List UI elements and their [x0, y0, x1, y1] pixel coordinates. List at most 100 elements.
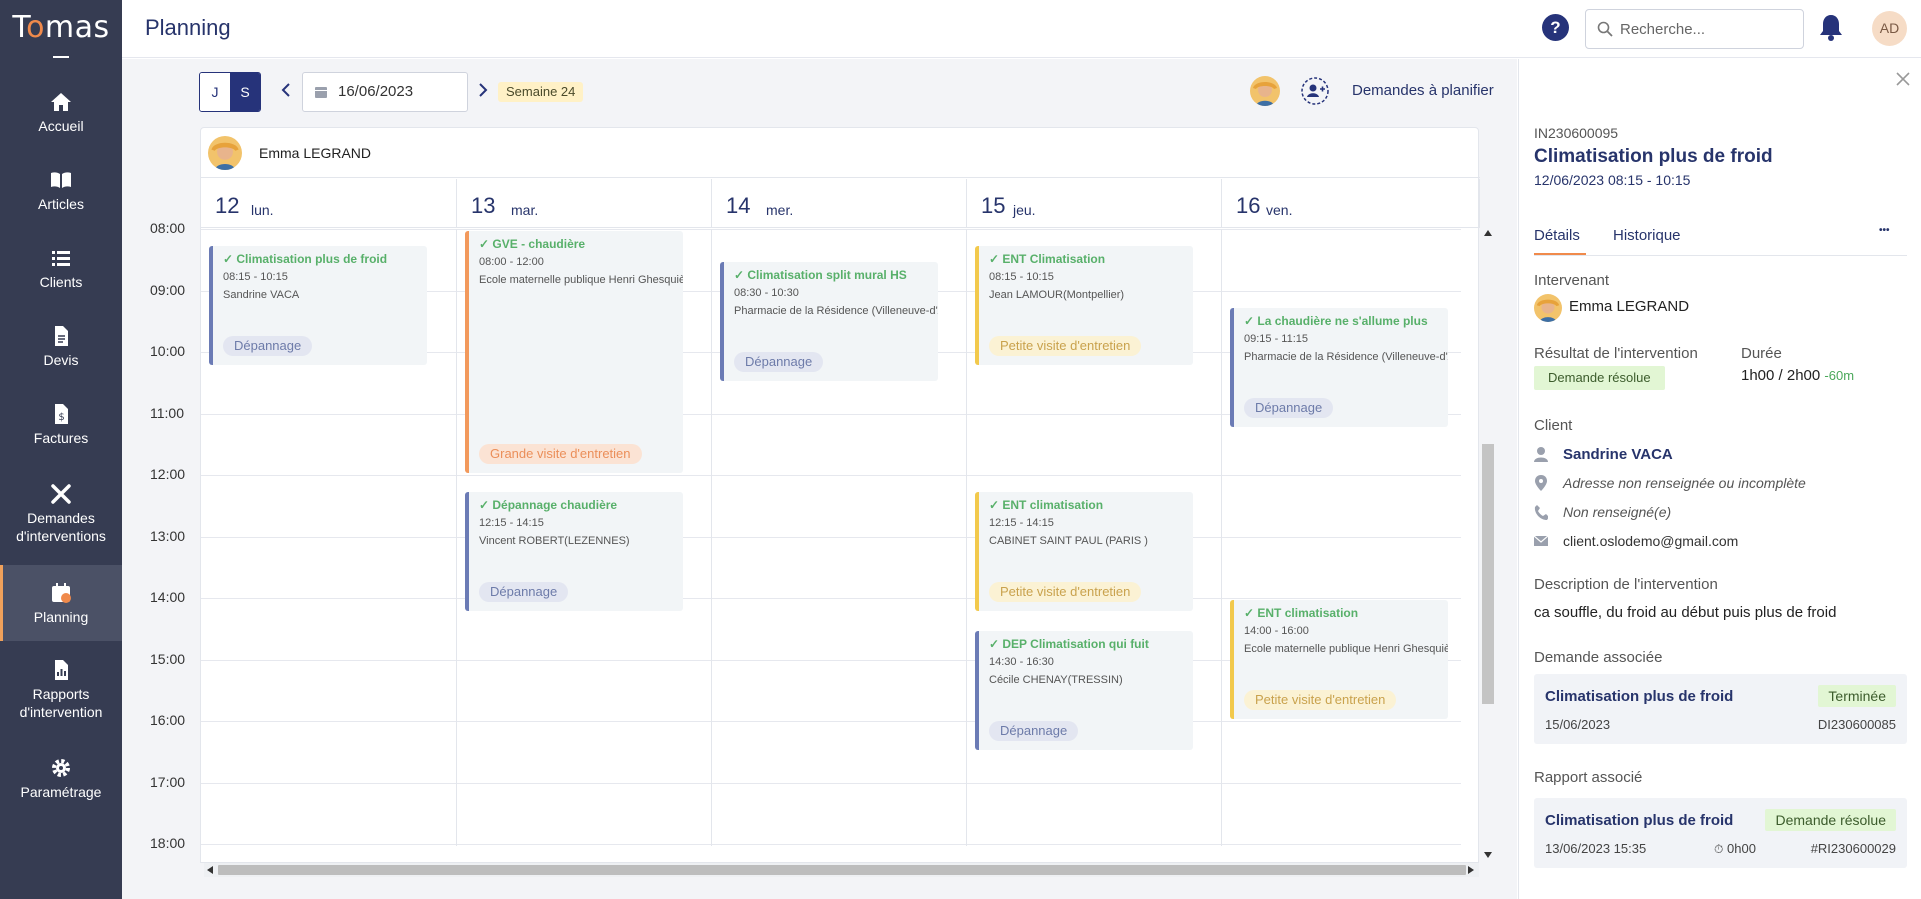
demande-title: Climatisation plus de froid: [1545, 688, 1734, 705]
tools-icon: [49, 482, 73, 506]
intervention-detail-panel: IN230600095 Climatisation plus de froid …: [1518, 59, 1921, 899]
search-box[interactable]: [1585, 9, 1804, 49]
description-text: ca souffle, du froid au début puis plus …: [1534, 604, 1837, 621]
user-avatar[interactable]: AD: [1872, 11, 1907, 46]
rapport-status-badge: Demande résolue: [1765, 809, 1896, 831]
nav-label: Devis: [43, 352, 79, 368]
intervention-datetime: 12/06/2023 08:15 - 10:15: [1534, 172, 1691, 188]
rapport-associe-label: Rapport associé: [1534, 769, 1643, 786]
technician-avatar: [208, 136, 242, 170]
event-type-tag: Dépannage: [734, 352, 824, 372]
demande-status-badge: Terminée: [1818, 685, 1896, 707]
hour-gridline: [201, 783, 1461, 784]
search-input[interactable]: [1620, 19, 1795, 39]
calendar-event[interactable]: Dépannage chaudière 12:15 - 14:15 Vincent …: [465, 492, 683, 611]
event-type-tag: Dépannage: [1244, 398, 1334, 418]
event-type-tag: Petite visite d'entretien: [1244, 690, 1397, 710]
event-client: CABINET SAINT PAUL (PARIS ): [989, 535, 1148, 547]
resultat-label: Résultat de l'intervention: [1534, 345, 1698, 362]
event-type-tag: Dépannage: [223, 336, 313, 356]
scroll-up-icon[interactable]: [1484, 230, 1492, 236]
demandes-a-planifier-link[interactable]: Demandes à planifier: [1352, 82, 1494, 99]
assign-user-icon[interactable]: [1300, 76, 1330, 106]
tab-details[interactable]: Détails: [1534, 227, 1580, 244]
calendar-event[interactable]: DEP Climatisation qui fuit 14:30 - 16:30 C…: [975, 631, 1193, 750]
nav-item-devis[interactable]: Devis: [0, 324, 122, 380]
nav-item-planning[interactable]: Planning: [0, 565, 122, 641]
calendar-event[interactable]: GVE - chaudière 08:00 - 12:00 Ecole matern…: [465, 231, 683, 473]
calendar-small-icon: [315, 87, 327, 98]
hour-gridline: [201, 721, 1461, 722]
client-email[interactable]: client.oslodemo@gmail.com: [1563, 533, 1738, 549]
intervenant-avatar: [1534, 294, 1562, 322]
tab-divider: [1534, 255, 1907, 256]
day-number: 14: [726, 193, 751, 218]
nav-item-parametrage[interactable]: Paramétrage: [0, 756, 122, 812]
vertical-scrollbar[interactable]: [1482, 230, 1494, 860]
calendar-event[interactable]: Climatisation split mural HS 08:30 - 10:3…: [720, 262, 938, 381]
view-day-button[interactable]: J: [200, 73, 230, 111]
event-client: Ecole maternelle publique Henri Ghesquiè: [479, 274, 683, 286]
svg-text:$: $: [58, 412, 64, 423]
phone-icon: [1534, 505, 1548, 520]
scroll-left-icon[interactable]: [207, 866, 213, 874]
close-icon[interactable]: [1895, 71, 1911, 87]
scroll-right-icon[interactable]: [1468, 866, 1474, 874]
tab-historique[interactable]: Historique: [1613, 227, 1681, 244]
rapport-associe-card[interactable]: Climatisation plus de froid Demande réso…: [1534, 798, 1907, 868]
scroll-down-icon[interactable]: [1484, 852, 1492, 858]
day-name: jeu.: [1013, 202, 1036, 218]
nav-label: Clients: [39, 274, 83, 290]
nav-item-clients[interactable]: Clients: [0, 246, 122, 302]
day-header: 16 ven.: [1222, 179, 1480, 228]
help-button[interactable]: ?: [1542, 14, 1569, 41]
rapport-duration-text: 0h00: [1727, 841, 1756, 856]
nav-label: Rapports d'intervention: [19, 686, 103, 720]
sidebar: Tomas Accueil Articles Clients Devis $ F…: [0, 0, 122, 899]
event-time: 09:15 - 11:15: [1244, 333, 1309, 345]
nav-item-rapports[interactable]: Rapports d'intervention: [0, 658, 122, 724]
vertical-scroll-thumb[interactable]: [1482, 444, 1494, 704]
calendar-event[interactable]: ENT climatisation 14:00 - 16:00 Ecole mate…: [1230, 600, 1448, 719]
search-icon: [1597, 21, 1613, 37]
day-header: 12 lun.: [201, 179, 457, 228]
event-client: Cécile CHENAY(TRESSIN): [989, 674, 1123, 686]
date-field[interactable]: [302, 72, 468, 112]
calendar-event[interactable]: ENT Climatisation 08:15 - 10:15 Jean LAMOU…: [975, 246, 1193, 365]
document-icon: [49, 324, 73, 348]
day-number: 15: [981, 193, 1006, 218]
more-options-icon[interactable]: •••: [1879, 225, 1890, 236]
event-title: Climatisation split mural HS: [734, 268, 906, 282]
nav-item-accueil[interactable]: Accueil: [0, 90, 122, 146]
nav-item-articles[interactable]: Articles: [0, 168, 122, 224]
time-label: 08:00: [150, 220, 186, 236]
nav-label: Demandes d'interventions: [16, 510, 106, 544]
event-time: 14:30 - 16:30: [989, 656, 1054, 668]
brand-logo[interactable]: Tomas: [0, 10, 122, 45]
resultat-badge: Demande résolue: [1534, 366, 1665, 390]
calendar-event[interactable]: La chaudière ne s'allume plus 09:15 - 11:…: [1230, 308, 1448, 427]
event-title: ENT climatisation: [1244, 606, 1358, 620]
event-client: Vincent ROBERT(LEZENNES): [479, 535, 630, 547]
calendar-event[interactable]: Climatisation plus de froid 08:15 - 10:15…: [209, 246, 427, 365]
chevron-left-icon[interactable]: [281, 82, 291, 98]
hour-gridline: [201, 229, 1461, 230]
calendar-event[interactable]: ENT climatisation 12:15 - 14:15 CABINET SA…: [975, 492, 1193, 611]
nav-item-demandes-interventions[interactable]: Demandes d'interventions: [0, 482, 122, 548]
client-name[interactable]: Sandrine VACA: [1563, 446, 1673, 463]
bell-icon[interactable]: [1818, 13, 1844, 43]
view-week-button[interactable]: S: [230, 73, 260, 111]
time-label: 11:00: [150, 405, 184, 421]
event-title: Dépannage chaudière: [479, 498, 617, 512]
technician-avatar[interactable]: [1250, 76, 1280, 106]
intervenant-label: Intervenant: [1534, 272, 1610, 289]
chevron-right-icon[interactable]: [478, 82, 488, 98]
nav-item-factures[interactable]: $ Factures: [0, 402, 122, 458]
event-client: Jean LAMOUR(Montpellier): [989, 289, 1125, 301]
date-input[interactable]: [338, 83, 458, 100]
technician-name: Emma LEGRAND: [259, 145, 372, 161]
day-divider: [1221, 229, 1222, 846]
demande-associee-card[interactable]: Climatisation plus de froid Terminée 15/…: [1534, 674, 1907, 744]
horizontal-scroll-thumb[interactable]: [218, 865, 1466, 875]
horizontal-scrollbar[interactable]: [204, 863, 1479, 877]
